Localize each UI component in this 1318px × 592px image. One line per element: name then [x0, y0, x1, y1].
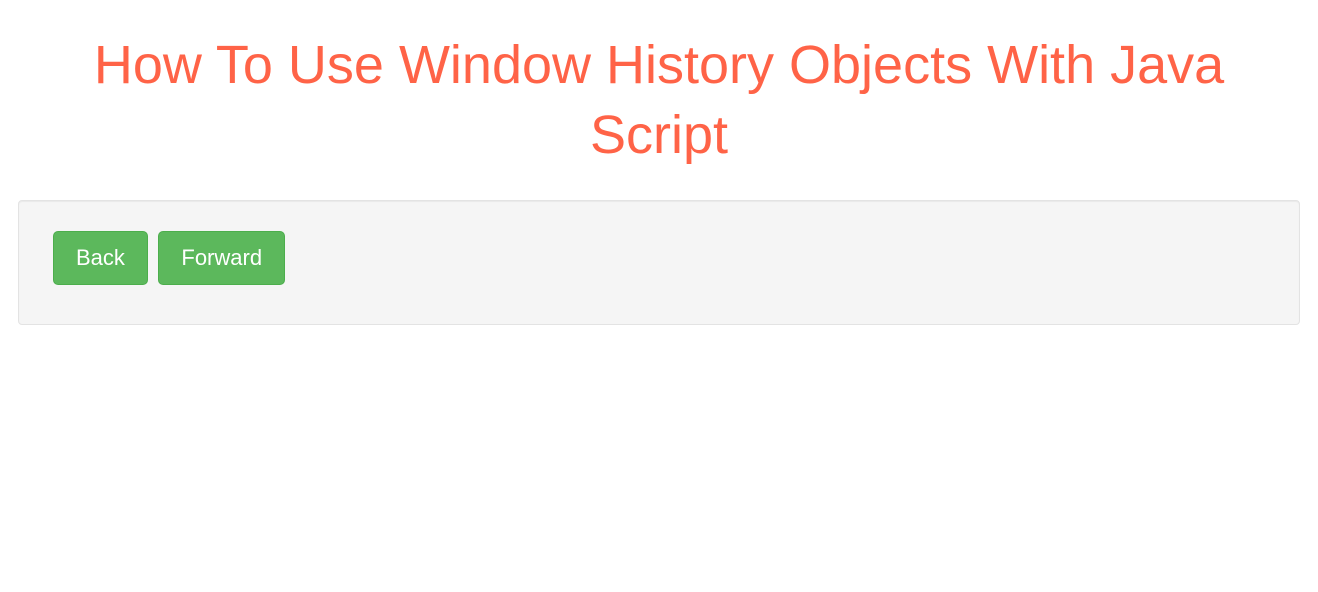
forward-button[interactable]: Forward — [158, 231, 285, 284]
button-panel: Back Forward — [18, 200, 1300, 325]
page-title: How To Use Window History Objects With J… — [18, 30, 1300, 170]
back-button[interactable]: Back — [53, 231, 148, 284]
